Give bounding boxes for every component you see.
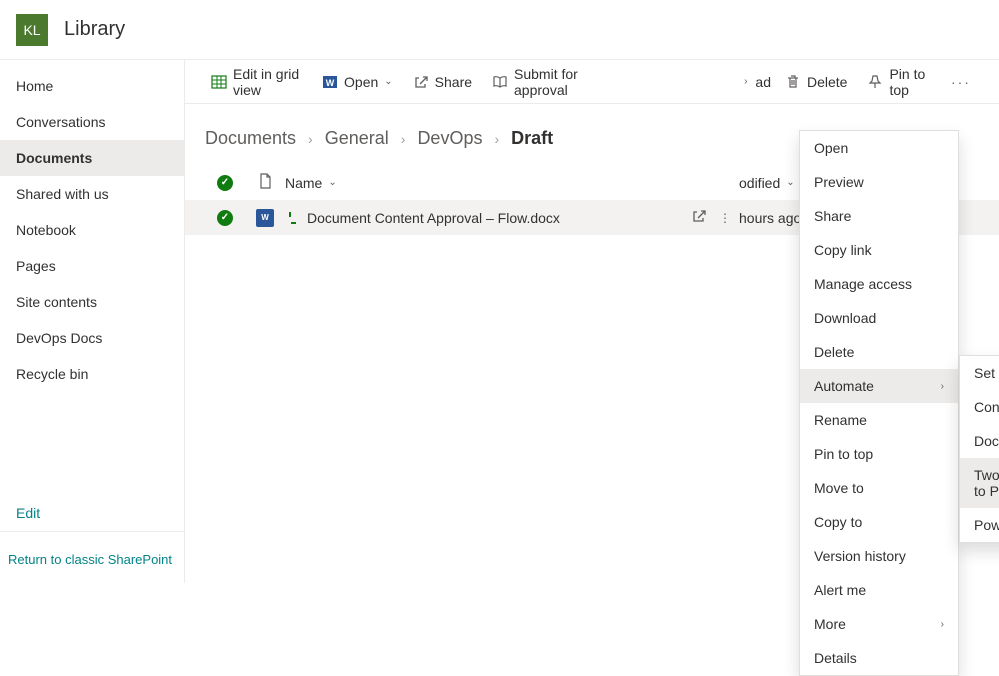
submenu-item-power-automate[interactable]: Power Automate› xyxy=(960,508,999,542)
context-menu: OpenPreviewShareCopy linkManage accessDo… xyxy=(799,130,959,676)
delete-icon xyxy=(785,74,801,90)
delete-button[interactable]: Delete xyxy=(779,70,853,94)
submenu-item-set-a-reminder[interactable]: Set a reminder› xyxy=(960,356,999,390)
column-header-name[interactable]: Name ⌄ xyxy=(285,175,659,191)
word-file-icon: W xyxy=(256,209,274,227)
menu-item-pin-to-top[interactable]: Pin to top xyxy=(800,437,958,471)
edit-grid-view-button[interactable]: Edit in grid view xyxy=(205,62,308,102)
nav-item-recycle-bin[interactable]: Recycle bin xyxy=(0,356,184,392)
menu-item-automate[interactable]: Automate› xyxy=(800,369,958,403)
submenu-item-document-content-approval[interactable]: Document Content Approval xyxy=(960,424,999,458)
chevron-down-icon: ⌄ xyxy=(328,177,336,188)
chevron-right-icon: › xyxy=(941,381,944,392)
breadcrumb-general[interactable]: General xyxy=(325,128,389,149)
row-share-icon[interactable] xyxy=(691,208,707,227)
row-selected-check-icon[interactable] xyxy=(217,210,233,226)
command-bar: Edit in grid view W Open ⌄ Share Submit xyxy=(185,60,999,104)
menu-item-rename[interactable]: Rename xyxy=(800,403,958,437)
word-icon: W xyxy=(322,74,338,90)
grid-icon xyxy=(211,74,227,90)
menu-item-version-history[interactable]: Version history xyxy=(800,539,958,573)
file-name[interactable]: Document Content Approval – Flow.docx xyxy=(307,210,560,226)
menu-item-move-to[interactable]: Move to xyxy=(800,471,958,505)
submenu-item-two-step-approval-convert-to-pdf[interactable]: Two-Step Approval & Convert to PDF xyxy=(960,458,999,508)
nav-item-site-contents[interactable]: Site contents xyxy=(0,284,184,320)
menu-item-share[interactable]: Share xyxy=(800,199,958,233)
share-icon xyxy=(413,74,429,90)
menu-item-alert-me[interactable]: Alert me xyxy=(800,573,958,607)
breadcrumb-documents[interactable]: Documents xyxy=(205,128,296,149)
file-type-icon xyxy=(257,173,273,192)
open-button[interactable]: W Open ⌄ xyxy=(316,70,399,94)
return-classic-link[interactable]: Return to classic SharePoint xyxy=(0,544,184,575)
nav-item-conversations[interactable]: Conversations xyxy=(0,104,184,140)
site-header: KL Library xyxy=(0,0,999,60)
chevron-down-icon: ⌄ xyxy=(786,177,794,188)
breadcrumb-devops[interactable]: DevOps xyxy=(417,128,482,149)
breadcrumb-draft: Draft xyxy=(511,128,553,149)
partial-download-label: ad xyxy=(755,74,771,90)
left-navigation: HomeConversationsDocumentsShared with us… xyxy=(0,60,185,583)
pin-icon xyxy=(867,74,883,90)
automate-submenu: Set a reminder›Convert Document into PDF… xyxy=(959,355,999,543)
nav-item-documents[interactable]: Documents xyxy=(0,140,184,176)
svg-text:W: W xyxy=(326,78,335,88)
chevron-right-icon: › xyxy=(401,131,406,147)
menu-item-manage-access[interactable]: Manage access xyxy=(800,267,958,301)
pin-to-top-button[interactable]: Pin to top xyxy=(861,62,935,102)
main-content: Edit in grid view W Open ⌄ Share Submit xyxy=(185,60,999,583)
nav-edit-link[interactable]: Edit xyxy=(0,495,184,531)
menu-item-preview[interactable]: Preview xyxy=(800,165,958,199)
book-icon xyxy=(492,74,508,90)
site-title: Library xyxy=(64,18,125,41)
chevron-right-icon: › xyxy=(494,131,499,147)
submit-approval-button[interactable]: Submit for approval xyxy=(486,62,607,102)
site-logo: KL xyxy=(16,14,48,46)
nav-item-shared-with-us[interactable]: Shared with us xyxy=(0,176,184,212)
menu-item-open[interactable]: Open xyxy=(800,131,958,165)
select-all-check-icon[interactable] xyxy=(217,175,233,191)
chevron-down-icon: ⌄ xyxy=(384,76,392,87)
chevron-right-icon: › xyxy=(308,131,313,147)
menu-item-download[interactable]: Download xyxy=(800,301,958,335)
nav-item-home[interactable]: Home xyxy=(0,68,184,104)
menu-item-copy-link[interactable]: Copy link xyxy=(800,233,958,267)
share-button[interactable]: Share xyxy=(407,70,478,94)
nav-item-devops-docs[interactable]: DevOps Docs xyxy=(0,320,184,356)
row-more-button[interactable]: ⋮ xyxy=(711,212,739,224)
menu-item-copy-to[interactable]: Copy to xyxy=(800,505,958,539)
chevron-right-icon: › xyxy=(941,619,944,630)
menu-item-more[interactable]: More› xyxy=(800,607,958,641)
chevron-right-icon: › xyxy=(744,76,747,87)
more-commands-button[interactable]: ··· xyxy=(943,70,979,94)
sync-spinner-icon xyxy=(285,212,297,224)
nav-item-pages[interactable]: Pages xyxy=(0,248,184,284)
menu-item-delete[interactable]: Delete xyxy=(800,335,958,369)
submenu-item-convert-document-into-pdf[interactable]: Convert Document into PDF xyxy=(960,390,999,424)
nav-item-notebook[interactable]: Notebook xyxy=(0,212,184,248)
menu-item-details[interactable]: Details xyxy=(800,641,958,675)
